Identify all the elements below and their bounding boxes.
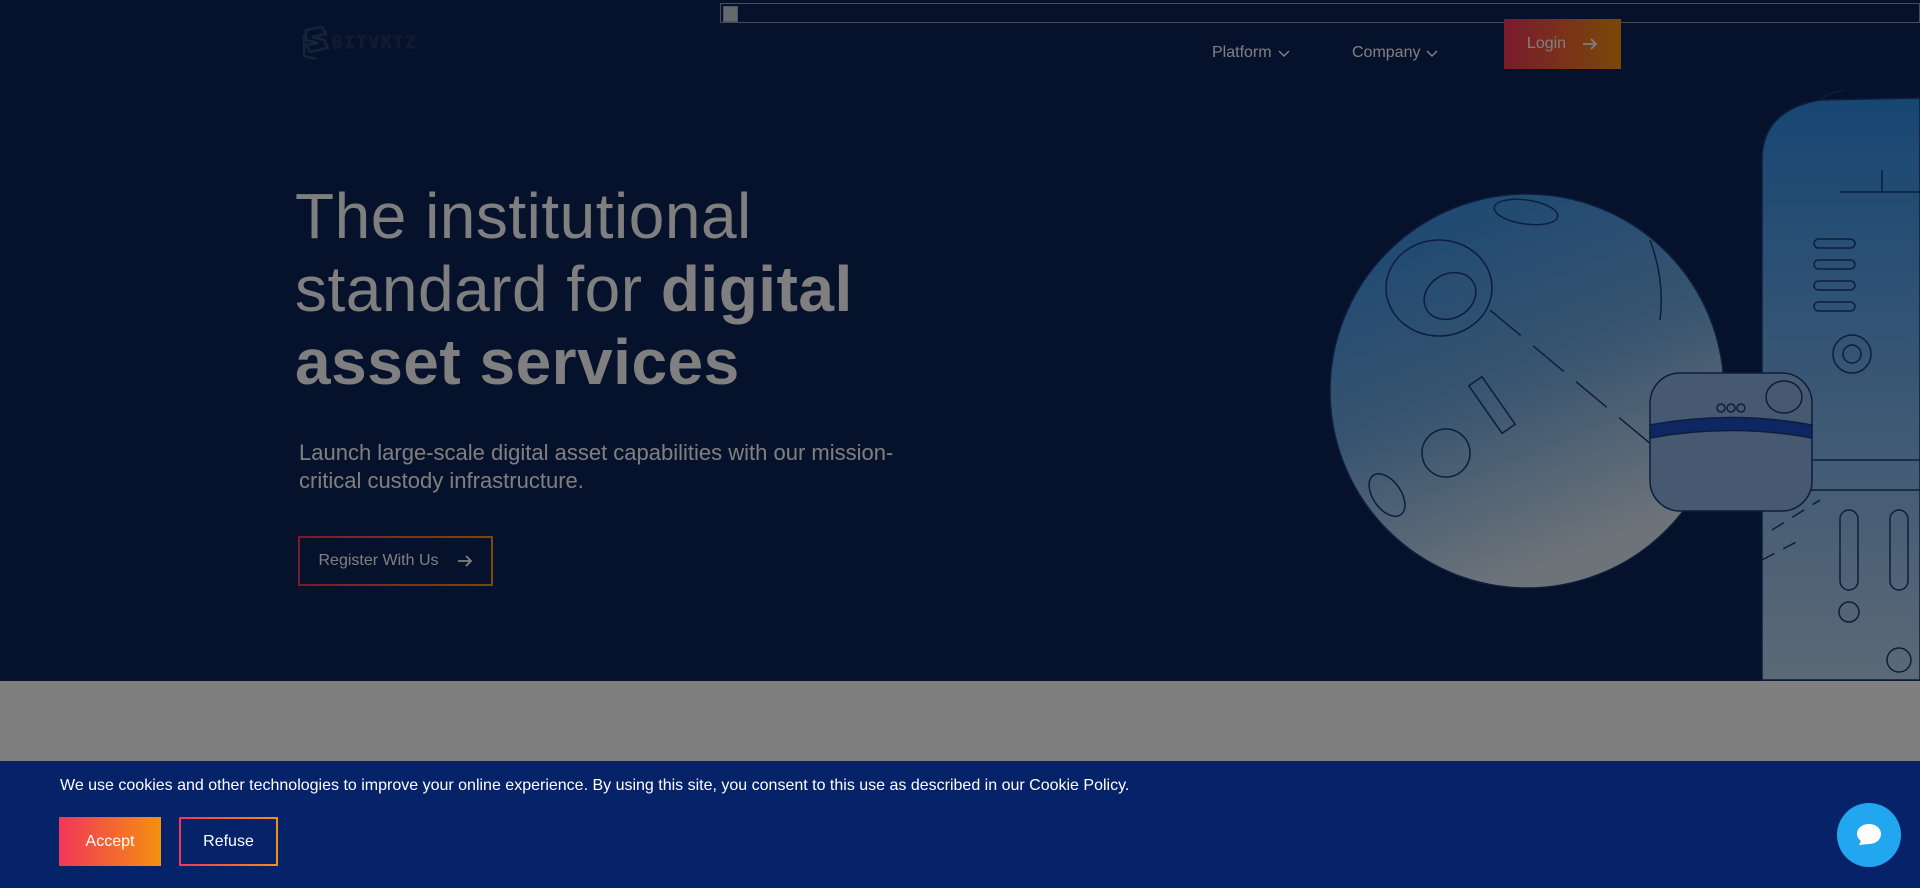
chevron-down-icon [1426, 50, 1439, 58]
cookie-banner: We use cookies and other technologies to… [0, 761, 1920, 888]
arrow-right-icon [457, 555, 472, 567]
hero-section: BITVKTZ Platform Company Login The insti… [0, 0, 1920, 681]
nav-platform[interactable]: Platform [1212, 44, 1290, 62]
login-button[interactable]: Login [1504, 19, 1621, 69]
register-label: Register With Us [318, 552, 439, 569]
chat-bubble-icon [1857, 824, 1881, 845]
hero-headline: The institutional standard for digital a… [295, 180, 1015, 399]
arrow-right-icon [1583, 38, 1598, 50]
chat-button[interactable] [1837, 803, 1901, 867]
site-logo[interactable]: BITVKTZ [302, 26, 418, 60]
logo-mark-icon [302, 26, 330, 60]
moon-space-station-illustration [1329, 90, 1920, 681]
nav-company[interactable]: Company [1352, 44, 1439, 62]
logo-wordmark: BITVKTZ [332, 33, 418, 54]
broken-image-placeholder [720, 3, 1920, 23]
nav-company-label: Company [1352, 44, 1421, 61]
nav-platform-label: Platform [1212, 44, 1272, 61]
accept-button[interactable]: Accept [59, 817, 161, 866]
refuse-button[interactable]: Refuse [179, 817, 278, 866]
register-button[interactable]: Register With Us [298, 536, 493, 586]
hero-subheadline: Launch large-scale digital asset capabil… [299, 440, 894, 493]
chevron-down-icon [1278, 50, 1290, 58]
login-label: Login [1526, 35, 1567, 52]
cookie-text: We use cookies and other technologies to… [60, 777, 1130, 794]
